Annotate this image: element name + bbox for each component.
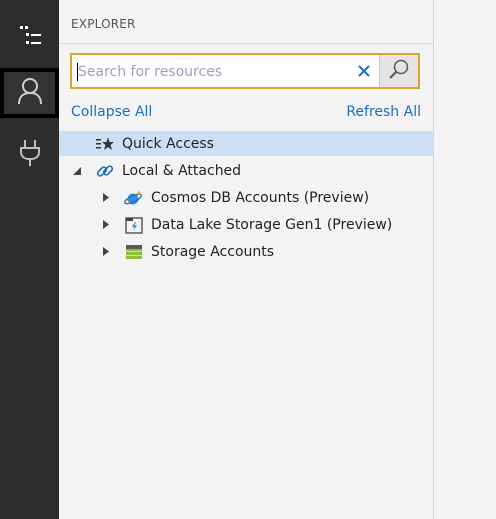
- tree-item-label: Local & Attached: [122, 162, 242, 179]
- tree-item-quick-access[interactable]: Quick Access: [59, 131, 433, 156]
- tree-item-storage-accounts[interactable]: Storage Accounts: [59, 239, 433, 264]
- search-button[interactable]: [379, 55, 418, 87]
- tree-item-label: Storage Accounts: [151, 243, 275, 260]
- account-view-button[interactable]: [0, 68, 59, 118]
- explorer-panel: EXPLORER Collapse All Refresh All: [59, 0, 433, 519]
- refresh-all-link[interactable]: Refresh All: [346, 104, 421, 120]
- tree-item-local-attached[interactable]: Local & Attached: [59, 158, 433, 183]
- title-divider: [59, 43, 433, 44]
- search-box: [70, 53, 420, 89]
- text-caret: [77, 63, 78, 81]
- activity-bar: [0, 0, 59, 519]
- plug-icon: [19, 138, 41, 172]
- explorer-view-button[interactable]: [0, 13, 59, 63]
- explorer-title: EXPLORER: [71, 17, 136, 31]
- collapsed-triangle-icon[interactable]: [101, 247, 111, 257]
- collapse-all-link[interactable]: Collapse All: [71, 104, 152, 120]
- main-content-area: [434, 0, 496, 519]
- data-lake-icon: [124, 216, 144, 234]
- close-icon: [358, 62, 370, 81]
- tree-item-cosmos-db[interactable]: Cosmos DB Accounts (Preview): [59, 185, 433, 210]
- tree-item-data-lake[interactable]: Data Lake Storage Gen1 (Preview): [59, 212, 433, 237]
- explorer-list-icon: [17, 24, 43, 52]
- tree-item-label: Data Lake Storage Gen1 (Preview): [151, 216, 393, 233]
- link-icon: [95, 162, 115, 180]
- cosmos-db-icon: [124, 189, 144, 207]
- collapsed-triangle-icon[interactable]: [101, 220, 111, 230]
- search-icon: [388, 58, 410, 84]
- expanded-triangle-icon[interactable]: [72, 166, 82, 176]
- collapsed-triangle-icon[interactable]: [101, 193, 111, 203]
- connect-view-button[interactable]: [0, 130, 59, 180]
- quick-access-icon: [95, 135, 115, 153]
- storage-accounts-icon: [124, 243, 144, 261]
- person-icon: [16, 76, 44, 110]
- clear-search-button[interactable]: [354, 61, 374, 81]
- tree-item-label: Cosmos DB Accounts (Preview): [151, 189, 370, 206]
- tree-item-label: Quick Access: [122, 135, 214, 152]
- search-input[interactable]: [78, 61, 348, 83]
